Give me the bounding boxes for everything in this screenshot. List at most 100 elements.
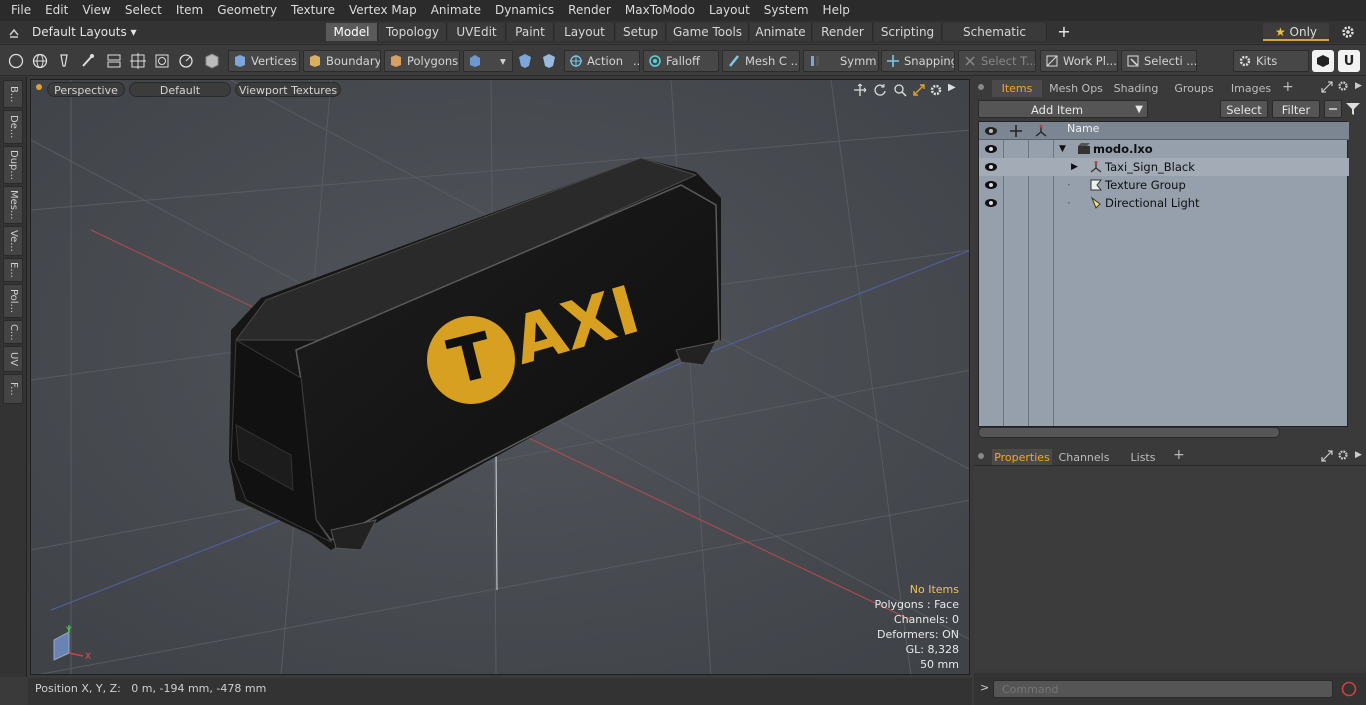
tab-basic[interactable]: B...	[3, 80, 23, 108]
eye-icon[interactable]	[984, 179, 998, 191]
list-item[interactable]: · Directional Light	[979, 194, 1349, 212]
viewport-textures-button[interactable]: Viewport Textures	[235, 82, 341, 97]
tab-setup[interactable]: Setup	[616, 23, 666, 41]
tab-edge[interactable]: E...	[3, 258, 23, 282]
menu-view[interactable]: View	[75, 0, 117, 21]
tab-lists[interactable]: Lists	[1119, 449, 1167, 466]
add-tab-icon[interactable]: +	[1055, 22, 1073, 42]
menu-animate[interactable]: Animate	[424, 0, 488, 21]
viewport-gear-icon[interactable]	[929, 83, 943, 97]
list-item[interactable]: ▶ Taxi_Sign_Black	[979, 158, 1349, 176]
menu-layout[interactable]: Layout	[702, 0, 757, 21]
unreal-icon[interactable]: U	[1338, 50, 1360, 72]
eye-icon[interactable]	[984, 143, 998, 155]
menu-edit[interactable]: Edit	[38, 0, 75, 21]
tab-scripting[interactable]: Scripting	[874, 23, 942, 41]
only-toggle[interactable]: ★ Only	[1263, 23, 1329, 41]
tab-animate[interactable]: Animate	[750, 23, 812, 41]
shield-icon[interactable]	[515, 51, 535, 71]
menu-render[interactable]: Render	[561, 0, 618, 21]
tab-vertex[interactable]: Ve...	[3, 226, 23, 256]
falloff-button[interactable]: Falloff	[643, 50, 719, 72]
tab-model[interactable]: Model	[326, 23, 378, 41]
action-center-button[interactable]: Action...	[564, 50, 640, 72]
boundary-button[interactable]: Boundary	[303, 50, 381, 72]
zoom-icon[interactable]	[893, 83, 907, 97]
tab-shading[interactable]: Shading	[1109, 80, 1163, 97]
select-circle-icon[interactable]	[6, 51, 26, 71]
tab-duplicate[interactable]: Dup...	[3, 146, 23, 184]
tab-layout[interactable]: Layout	[555, 23, 615, 41]
horizontal-scrollbar[interactable]	[978, 427, 1280, 438]
maximize-icon[interactable]	[912, 83, 926, 97]
tab-render[interactable]: Render	[813, 23, 873, 41]
brush-icon[interactable]	[78, 51, 98, 71]
expand-triangle-icon[interactable]: ▶	[1071, 158, 1078, 176]
panel-menu-arrow-icon[interactable]: ▶	[1355, 81, 1362, 91]
menu-texture[interactable]: Texture	[284, 0, 342, 21]
shading-default-button[interactable]: Default	[129, 82, 231, 97]
command-input[interactable]	[993, 680, 1333, 698]
tab-deform[interactable]: De...	[3, 110, 23, 144]
add-properties-tab-icon[interactable]: +	[1173, 447, 1185, 463]
menu-system[interactable]: System	[757, 0, 816, 21]
element-icon[interactable]	[152, 51, 172, 71]
tab-uvedit[interactable]: UVEdit	[448, 23, 506, 41]
menu-select[interactable]: Select	[118, 0, 169, 21]
tab-channels[interactable]: Channels	[1056, 449, 1112, 466]
properties-expand-icon[interactable]	[1321, 450, 1333, 462]
symmetry-button[interactable]: Symm ...	[803, 50, 879, 72]
perspective-button[interactable]: Perspective	[47, 82, 125, 97]
transform-icon[interactable]	[104, 51, 124, 71]
list-item[interactable]: ▼ modo.lxo	[979, 140, 1349, 158]
globe-icon[interactable]	[30, 51, 50, 71]
add-item-dropdown[interactable]: Add Item ▼	[978, 100, 1148, 118]
layout-arrow-icon[interactable]	[8, 26, 20, 38]
collapse-button[interactable]	[1324, 100, 1342, 118]
collapse-triangle-icon[interactable]: ▼	[1059, 140, 1066, 158]
orbit-icon[interactable]	[873, 83, 887, 97]
tab-paint[interactable]: Paint	[507, 23, 554, 41]
3d-viewport[interactable]: T AXI X Y Perspective Default Viewport T…	[30, 79, 970, 675]
item-mode-icon[interactable]	[202, 51, 222, 71]
move-center-icon[interactable]	[128, 51, 148, 71]
eye-icon[interactable]	[984, 161, 998, 173]
menu-item[interactable]: Item	[169, 0, 210, 21]
add-panel-tab-icon[interactable]: +	[1282, 79, 1294, 95]
selection-sets-button[interactable]: Selecti ...	[1121, 50, 1197, 72]
tab-fusion[interactable]: F...	[3, 374, 23, 404]
tab-polygon[interactable]: Pol...	[3, 284, 23, 318]
tab-groups[interactable]: Groups	[1166, 80, 1222, 97]
menu-help[interactable]: Help	[816, 0, 857, 21]
work-plane-button[interactable]: Work Pl...	[1040, 50, 1118, 72]
kits-button[interactable]: Kits	[1233, 50, 1309, 72]
filter-button[interactable]: Filter	[1272, 100, 1320, 118]
tab-uv[interactable]: UV	[3, 346, 23, 372]
unity-icon[interactable]	[1312, 50, 1334, 72]
tab-items[interactable]: Items	[992, 80, 1042, 97]
panel-gear-icon[interactable]	[1337, 80, 1349, 92]
viewport-scene[interactable]: T AXI X Y	[31, 80, 970, 675]
funnel-icon[interactable]	[1345, 102, 1361, 116]
menu-file[interactable]: File	[4, 0, 38, 21]
tab-schematic-fusion[interactable]: Schematic Fusion	[943, 23, 1047, 57]
sym-shield-icon[interactable]	[539, 51, 559, 71]
menu-dynamics[interactable]: Dynamics	[488, 0, 561, 21]
select-button[interactable]: Select	[1220, 100, 1268, 118]
vertices-button[interactable]: Vertices	[228, 50, 300, 72]
tab-topology[interactable]: Topology	[379, 23, 447, 41]
record-icon[interactable]	[1340, 680, 1358, 698]
properties-gear-icon[interactable]	[1337, 449, 1349, 461]
viewport-menu-arrow-icon[interactable]: ▶	[948, 82, 956, 93]
rotate-icon[interactable]	[176, 51, 196, 71]
select-through-button[interactable]: Select T...	[958, 50, 1036, 72]
polygons-button[interactable]: Polygons	[384, 50, 460, 72]
mesh-constraint-button[interactable]: Mesh C ...	[722, 50, 800, 72]
gear-icon[interactable]	[1341, 25, 1355, 39]
eye-icon[interactable]	[984, 197, 998, 209]
tab-properties[interactable]: Properties	[992, 449, 1052, 466]
pen-tool-icon[interactable]	[54, 51, 74, 71]
menu-vertex-map[interactable]: Vertex Map	[342, 0, 424, 21]
tab-mesh-edit[interactable]: Mes...	[3, 186, 23, 224]
default-layouts-dropdown[interactable]: Default Layouts ▾	[26, 23, 143, 41]
